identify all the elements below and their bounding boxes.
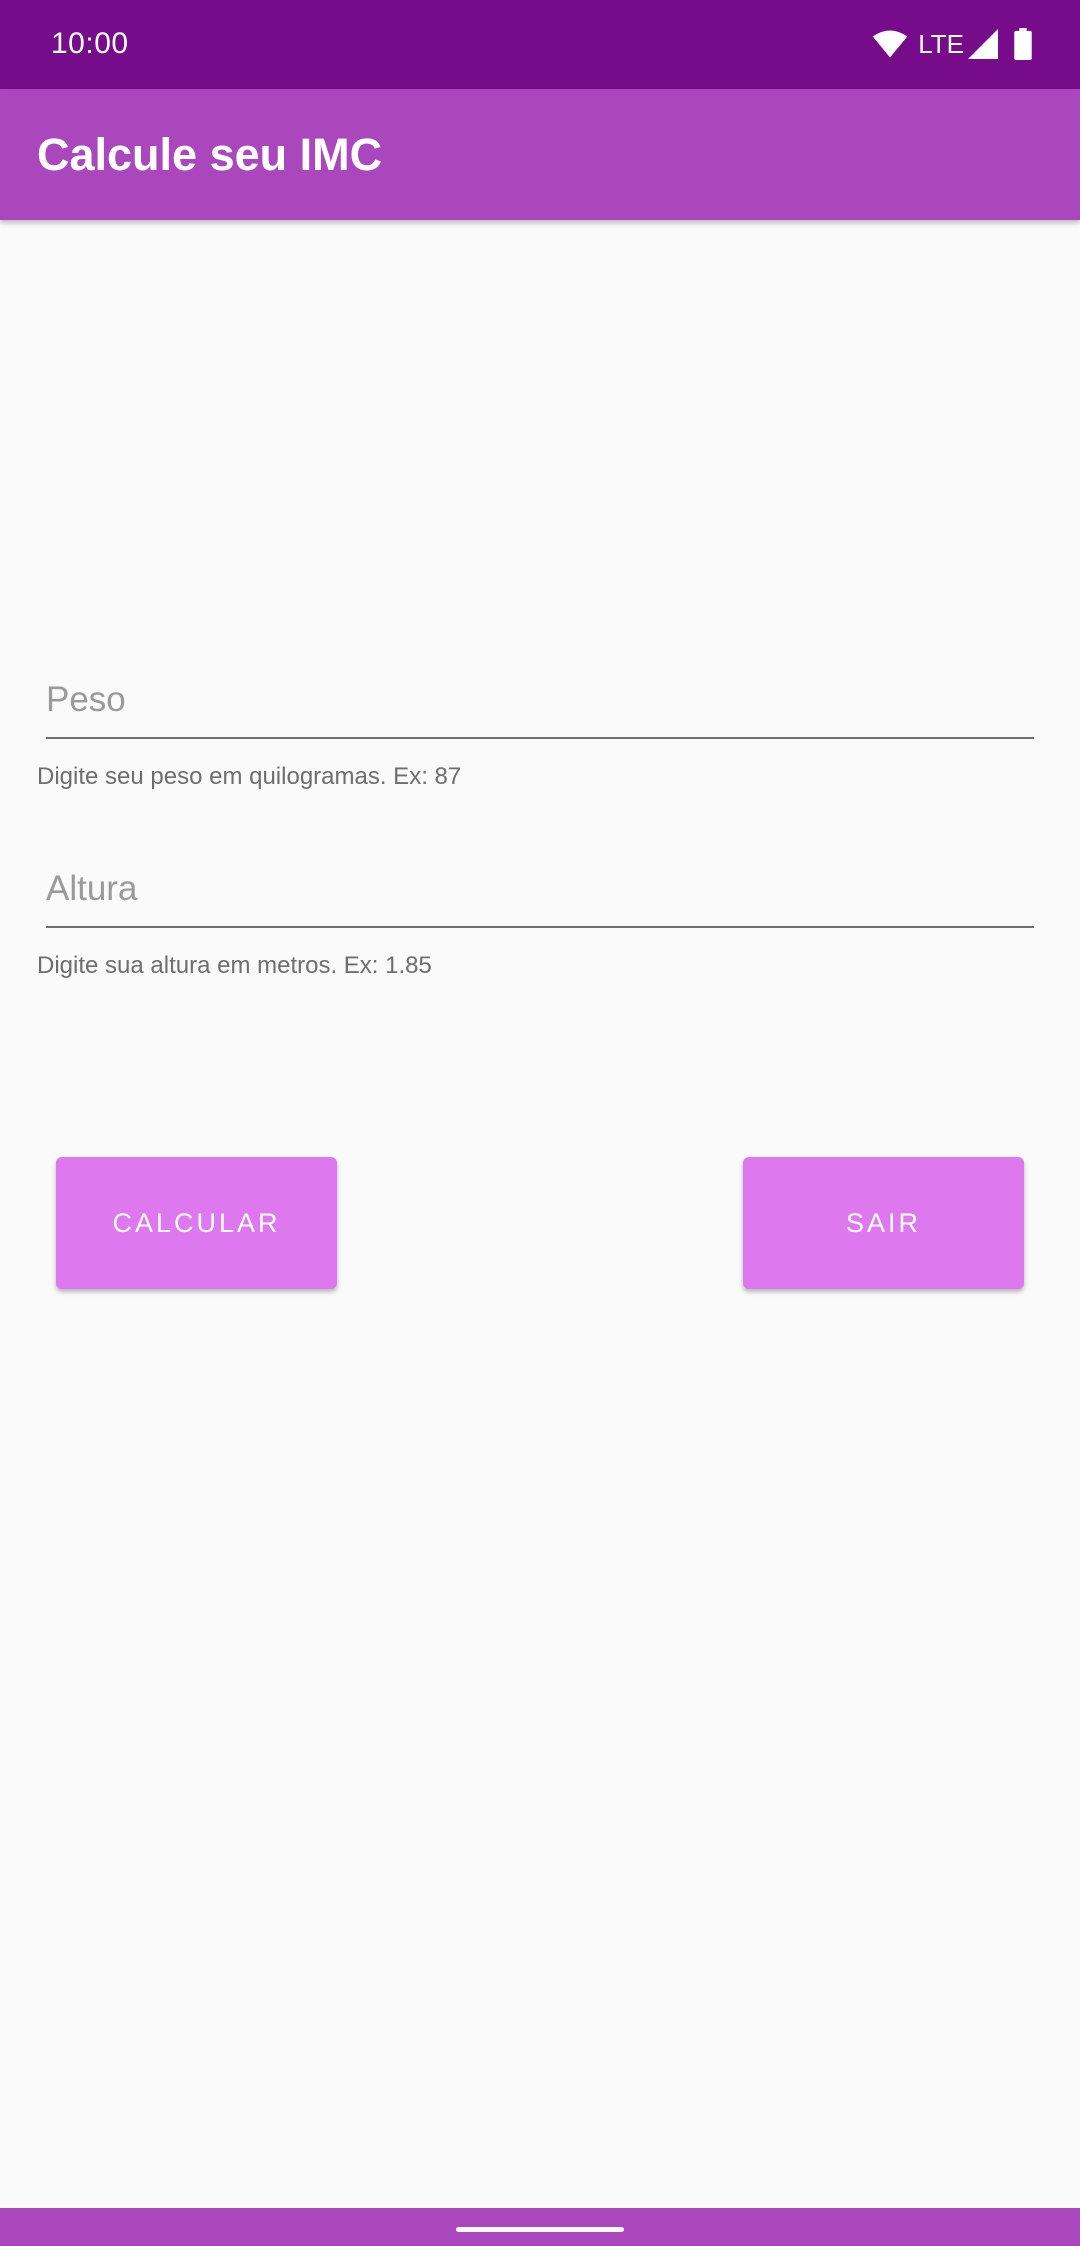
network-type-label: LTE (918, 29, 964, 59)
exit-button[interactable]: SAIR (743, 1157, 1024, 1289)
battery-icon (1014, 28, 1032, 60)
status-time: 10:00 (51, 27, 129, 60)
status-bar: 10:00 LTE (0, 0, 1080, 89)
weight-input[interactable] (46, 671, 1034, 739)
home-gesture-handle[interactable] (456, 2227, 624, 2232)
calculate-button[interactable]: CALCULAR (56, 1157, 337, 1289)
height-helper-text: Digite sua altura em metros. Ex: 1.85 (37, 952, 432, 979)
app-bar: Calcule seu IMC (0, 89, 1080, 220)
navigation-bar (0, 2208, 1080, 2246)
weight-helper-text: Digite seu peso em quilogramas. Ex: 87 (37, 763, 462, 790)
status-icons: LTE (872, 26, 1032, 62)
signal-icon (968, 29, 998, 59)
page-title: Calcule seu IMC (37, 129, 383, 180)
height-field-container: Digite sua altura em metros. Ex: 1.85 (37, 860, 1034, 979)
weight-field-container: Digite seu peso em quilogramas. Ex: 87 (37, 671, 1034, 790)
wifi-icon (872, 30, 908, 58)
height-input[interactable] (46, 860, 1034, 928)
